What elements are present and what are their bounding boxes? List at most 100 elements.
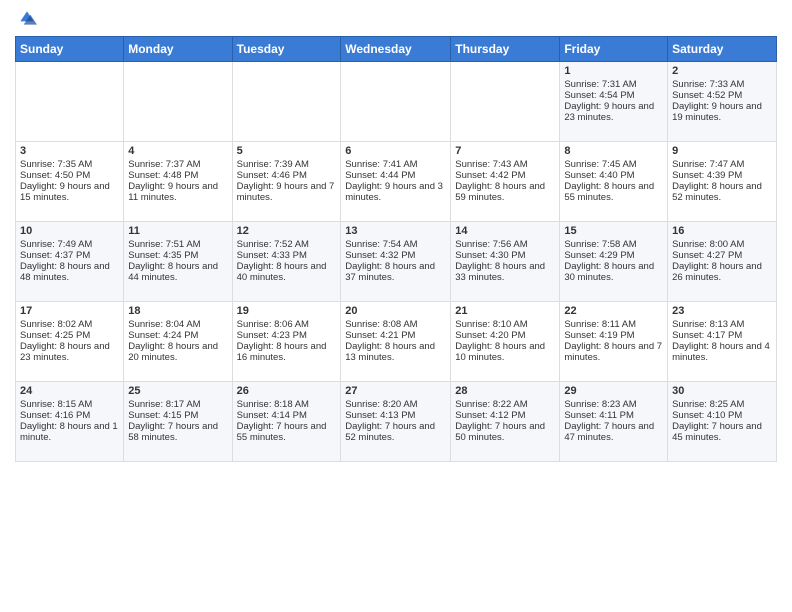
day-number: 20 xyxy=(345,305,446,317)
day-info: Sunrise: 8:11 AM xyxy=(564,319,663,330)
day-info: Sunset: 4:10 PM xyxy=(672,410,772,421)
day-info: Sunset: 4:20 PM xyxy=(455,330,555,341)
day-info: Daylight: 8 hours and 20 minutes. xyxy=(128,341,227,363)
day-info: Sunrise: 7:58 AM xyxy=(564,239,663,250)
day-info: Sunrise: 8:15 AM xyxy=(20,399,119,410)
day-info: Sunrise: 8:00 AM xyxy=(672,239,772,250)
calendar-header-saturday: Saturday xyxy=(668,37,777,62)
calendar-cell xyxy=(16,62,124,142)
day-number: 3 xyxy=(20,145,119,157)
calendar-cell: 30 Sunrise: 8:25 AMSunset: 4:10 PMDayligh… xyxy=(668,382,777,462)
day-info: Sunrise: 7:56 AM xyxy=(455,239,555,250)
day-info: Sunset: 4:54 PM xyxy=(564,90,663,101)
day-info: Sunset: 4:32 PM xyxy=(345,250,446,261)
day-info: Sunset: 4:30 PM xyxy=(455,250,555,261)
day-info: Sunrise: 7:49 AM xyxy=(20,239,119,250)
day-number: 28 xyxy=(455,385,555,397)
calendar-cell: 28Sunrise: 8:22 AMSunset: 4:12 PMDayligh… xyxy=(451,382,560,462)
calendar-cell: 7Sunrise: 7:43 AMSunset: 4:42 PMDaylight… xyxy=(451,142,560,222)
day-info: Daylight: 8 hours and 1 minute. xyxy=(20,421,119,443)
day-info: Sunrise: 8:20 AM xyxy=(345,399,446,410)
calendar-cell: 10Sunrise: 7:49 AMSunset: 4:37 PMDayligh… xyxy=(16,222,124,302)
day-number: 27 xyxy=(345,385,446,397)
day-info: Sunset: 4:11 PM xyxy=(564,410,663,421)
day-info: Daylight: 9 hours and 23 minutes. xyxy=(564,101,663,123)
day-number: 12 xyxy=(237,225,337,237)
day-info: Daylight: 8 hours and 10 minutes. xyxy=(455,341,555,363)
day-number: 17 xyxy=(20,305,119,317)
calendar-cell: 26Sunrise: 8:18 AMSunset: 4:14 PMDayligh… xyxy=(232,382,341,462)
day-info: Sunset: 4:52 PM xyxy=(672,90,772,101)
calendar-cell: 21Sunrise: 8:10 AMSunset: 4:20 PMDayligh… xyxy=(451,302,560,382)
day-info: Daylight: 8 hours and 48 minutes. xyxy=(20,261,119,283)
calendar-header-monday: Monday xyxy=(124,37,232,62)
calendar-cell: 18Sunrise: 8:04 AMSunset: 4:24 PMDayligh… xyxy=(124,302,232,382)
day-number: 30 xyxy=(672,385,772,397)
day-number: 29 xyxy=(564,385,663,397)
calendar-cell: 8Sunrise: 7:45 AMSunset: 4:40 PMDaylight… xyxy=(560,142,668,222)
day-info: Daylight: 8 hours and 55 minutes. xyxy=(564,181,663,203)
day-info: Sunset: 4:50 PM xyxy=(20,170,119,181)
day-info: Sunset: 4:33 PM xyxy=(237,250,337,261)
day-info: Sunset: 4:19 PM xyxy=(564,330,663,341)
day-number: 13 xyxy=(345,225,446,237)
day-info: Sunset: 4:23 PM xyxy=(237,330,337,341)
day-number: 5 xyxy=(237,145,337,157)
day-info: Sunset: 4:35 PM xyxy=(128,250,227,261)
day-info: Daylight: 9 hours and 11 minutes. xyxy=(128,181,227,203)
calendar-cell: 2Sunrise: 7:33 AMSunset: 4:52 PMDaylight… xyxy=(668,62,777,142)
day-info: Daylight: 7 hours and 47 minutes. xyxy=(564,421,663,443)
calendar-cell: 19Sunrise: 8:06 AMSunset: 4:23 PMDayligh… xyxy=(232,302,341,382)
day-info: Daylight: 8 hours and 26 minutes. xyxy=(672,261,772,283)
day-info: Sunrise: 8:18 AM xyxy=(237,399,337,410)
day-info: Daylight: 8 hours and 33 minutes. xyxy=(455,261,555,283)
day-info: Daylight: 7 hours and 55 minutes. xyxy=(237,421,337,443)
calendar-cell: 9Sunrise: 7:47 AMSunset: 4:39 PMDaylight… xyxy=(668,142,777,222)
day-info: Daylight: 7 hours and 50 minutes. xyxy=(455,421,555,443)
day-number: 4 xyxy=(128,145,227,157)
day-info: Sunrise: 8:06 AM xyxy=(237,319,337,330)
day-info: Sunset: 4:17 PM xyxy=(672,330,772,341)
day-info: Sunrise: 7:54 AM xyxy=(345,239,446,250)
day-info: Sunrise: 8:13 AM xyxy=(672,319,772,330)
day-info: Sunrise: 7:52 AM xyxy=(237,239,337,250)
day-info: Sunset: 4:15 PM xyxy=(128,410,227,421)
day-number: 22 xyxy=(564,305,663,317)
day-number: 11 xyxy=(128,225,227,237)
day-number: 25 xyxy=(128,385,227,397)
calendar-cell xyxy=(232,62,341,142)
day-info: Daylight: 8 hours and 13 minutes. xyxy=(345,341,446,363)
day-info: Sunset: 4:24 PM xyxy=(128,330,227,341)
day-info: Sunset: 4:42 PM xyxy=(455,170,555,181)
day-info: Sunrise: 7:31 AM xyxy=(564,79,663,90)
day-info: Daylight: 8 hours and 23 minutes. xyxy=(20,341,119,363)
day-info: Daylight: 9 hours and 3 minutes. xyxy=(345,181,446,203)
day-info: Sunrise: 7:39 AM xyxy=(237,159,337,170)
day-number: 8 xyxy=(564,145,663,157)
day-number: 23 xyxy=(672,305,772,317)
day-info: Daylight: 8 hours and 37 minutes. xyxy=(345,261,446,283)
day-number: 6 xyxy=(345,145,446,157)
calendar: SundayMondayTuesdayWednesdayThursdayFrid… xyxy=(15,36,777,462)
day-info: Daylight: 7 hours and 45 minutes. xyxy=(672,421,772,443)
calendar-cell: 15Sunrise: 7:58 AMSunset: 4:29 PMDayligh… xyxy=(560,222,668,302)
day-info: Daylight: 8 hours and 30 minutes. xyxy=(564,261,663,283)
day-info: Sunrise: 8:25 AM xyxy=(672,399,772,410)
calendar-header-wednesday: Wednesday xyxy=(341,37,451,62)
day-info: Daylight: 8 hours and 16 minutes. xyxy=(237,341,337,363)
day-info: Sunset: 4:21 PM xyxy=(345,330,446,341)
calendar-cell: 17Sunrise: 8:02 AMSunset: 4:25 PMDayligh… xyxy=(16,302,124,382)
day-info: Sunrise: 7:51 AM xyxy=(128,239,227,250)
calendar-cell: 14Sunrise: 7:56 AMSunset: 4:30 PMDayligh… xyxy=(451,222,560,302)
day-info: Sunrise: 7:35 AM xyxy=(20,159,119,170)
calendar-cell: 5Sunrise: 7:39 AMSunset: 4:46 PMDaylight… xyxy=(232,142,341,222)
calendar-cell: 3Sunrise: 7:35 AMSunset: 4:50 PMDaylight… xyxy=(16,142,124,222)
day-info: Sunrise: 8:23 AM xyxy=(564,399,663,410)
day-info: Sunrise: 8:08 AM xyxy=(345,319,446,330)
calendar-cell: 16Sunrise: 8:00 AMSunset: 4:27 PMDayligh… xyxy=(668,222,777,302)
day-info: Daylight: 9 hours and 7 minutes. xyxy=(237,181,337,203)
calendar-cell: 1Sunrise: 7:31 AMSunset: 4:54 PMDaylight… xyxy=(560,62,668,142)
day-info: Sunset: 4:39 PM xyxy=(672,170,772,181)
day-number: 21 xyxy=(455,305,555,317)
day-info: Daylight: 8 hours and 59 minutes. xyxy=(455,181,555,203)
